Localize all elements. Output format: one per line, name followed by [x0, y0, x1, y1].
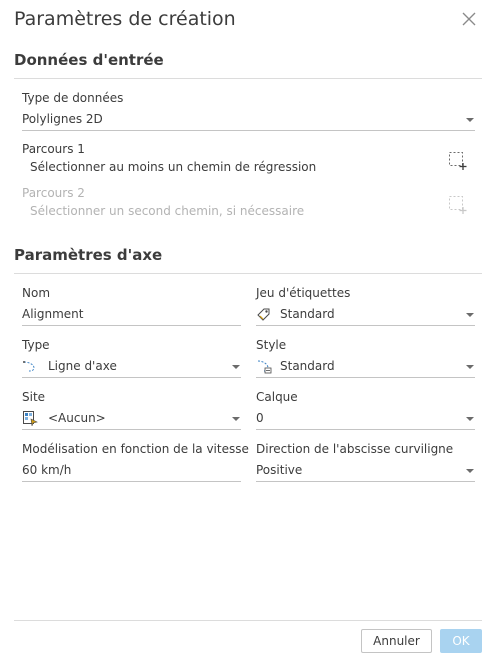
- data-type-dropdown[interactable]: Polylignes 2D: [22, 110, 475, 132]
- type-dropdown[interactable]: Ligne d'axe: [22, 357, 241, 379]
- path2-hint: Sélectionner un second chemin, si nécess…: [30, 204, 305, 218]
- chevron-down-icon: [232, 365, 240, 369]
- label-set-dropdown[interactable]: Standard: [256, 305, 475, 327]
- type-value: Ligne d'axe: [48, 359, 117, 373]
- name-label: Nom: [22, 286, 51, 300]
- path1-hint: Sélectionner au moins un chemin de régre…: [30, 160, 317, 174]
- label-set-value: Standard: [280, 307, 335, 321]
- chevron-down-icon: [466, 313, 474, 317]
- path2-select-button[interactable]: [448, 195, 468, 215]
- section-divider: [14, 78, 482, 79]
- select-path-icon: [449, 152, 467, 170]
- axis-section-title: Paramètres d'axe: [14, 246, 163, 264]
- layer-value: 0: [256, 411, 264, 425]
- footer-divider: [14, 620, 482, 621]
- chevron-down-icon: [232, 417, 240, 421]
- data-type-value: Polylignes 2D: [22, 112, 103, 126]
- station-direction-value: Positive: [256, 463, 303, 477]
- style-dropdown[interactable]: Standard: [256, 357, 475, 379]
- speed-modeling-label: Modélisation en fonction de la vitesse: [22, 442, 249, 456]
- ok-button[interactable]: OK: [440, 629, 482, 653]
- name-value: Alignment: [22, 307, 84, 321]
- data-type-label: Type de données: [22, 91, 124, 105]
- path1-select-button[interactable]: [448, 151, 468, 171]
- station-direction-dropdown[interactable]: Positive: [256, 461, 475, 483]
- layer-dropdown[interactable]: 0: [256, 409, 475, 431]
- path1-label: Parcours 1: [22, 142, 85, 156]
- path2-label: Parcours 2: [22, 186, 85, 200]
- speed-modeling-input[interactable]: 60 km/h: [22, 461, 241, 483]
- cancel-button[interactable]: Annuler: [361, 629, 432, 653]
- section-divider: [14, 273, 482, 274]
- speed-modeling-value: 60 km/h: [22, 463, 72, 477]
- type-label: Type: [22, 338, 50, 352]
- site-value: <Aucun>: [48, 411, 106, 425]
- input-section-title: Données d'entrée: [14, 51, 164, 69]
- site-icon: [22, 410, 38, 427]
- select-path-icon: [449, 196, 467, 214]
- chevron-down-icon: [466, 469, 474, 473]
- chevron-down-icon: [466, 417, 474, 421]
- close-button[interactable]: [460, 10, 478, 28]
- style-label: Style: [256, 338, 287, 352]
- chevron-down-icon: [466, 365, 474, 369]
- station-direction-label: Direction de l'abscisse curviligne: [256, 442, 454, 456]
- close-icon: [462, 12, 476, 26]
- site-dropdown[interactable]: <Aucun>: [22, 409, 241, 431]
- chevron-down-icon: [466, 118, 474, 122]
- label-set-label: Jeu d'étiquettes: [256, 286, 351, 300]
- style-value: Standard: [280, 359, 335, 373]
- centerline-icon: [22, 358, 38, 374]
- name-input[interactable]: Alignment: [22, 305, 241, 327]
- layer-label: Calque: [256, 390, 298, 404]
- site-label: Site: [22, 390, 46, 404]
- dialog-title: Paramètres de création: [14, 8, 236, 30]
- alignment-style-icon: [256, 358, 272, 374]
- label-set-icon: [256, 306, 272, 322]
